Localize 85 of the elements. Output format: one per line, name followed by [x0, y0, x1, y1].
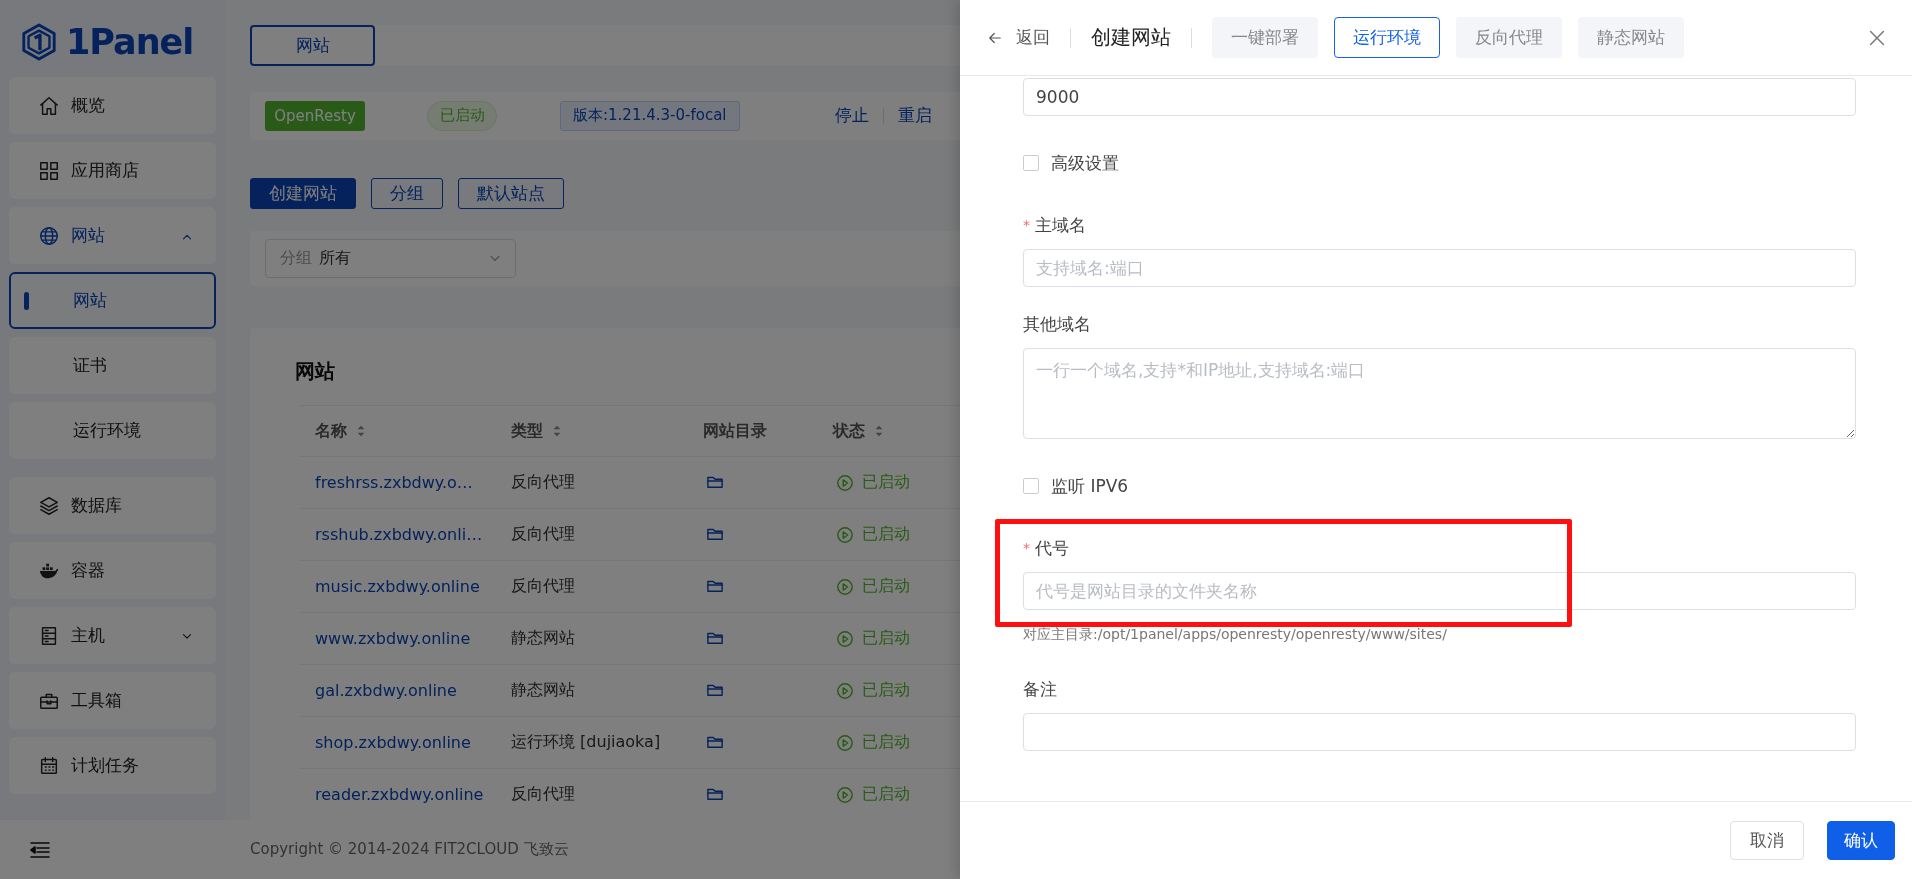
site-link[interactable]: rsshub.zxbdwy.onli… [315, 525, 511, 544]
sidebar-item[interactable]: 主机 [9, 607, 216, 664]
submenu-item[interactable]: 证书 [9, 337, 216, 394]
sidebar-item[interactable]: 工具箱 [9, 672, 216, 729]
tab[interactable]: 一键部署 [1212, 17, 1318, 58]
status-text: 已启动 [862, 784, 910, 805]
site-link[interactable]: www.zxbdwy.online [315, 629, 511, 648]
column-header: 类型 [511, 420, 543, 442]
hint-text: 对应主目录:/opt/1panel/apps/openresty/openresty/www/sites/ [1023, 626, 1448, 644]
grid-icon [38, 159, 60, 182]
status-text: 已启动 [862, 524, 910, 545]
site-link[interactable]: music.zxbdwy.online [315, 577, 511, 596]
action-link[interactable]: 停止 [834, 104, 869, 128]
play-circle-icon [836, 681, 854, 700]
status-text: 已启动 [862, 576, 910, 597]
column-header: 名称 [315, 420, 347, 442]
site-link[interactable]: reader.zxbdwy.online [315, 785, 511, 804]
app-tag: OpenResty [265, 100, 365, 131]
status-text: 已启动 [862, 472, 910, 493]
logo-icon [20, 22, 58, 62]
tab[interactable]: 网站 [250, 25, 375, 67]
drawer-title: 创建网站 [1091, 24, 1171, 51]
sort-icon[interactable] [551, 423, 563, 439]
status-text: 已启动 [862, 628, 910, 649]
play-circle-icon [836, 473, 854, 492]
column-header: 状态 [833, 420, 865, 442]
field-label: 备注 [1023, 677, 1057, 701]
sidebar-item[interactable]: 概览 [9, 77, 216, 134]
field-label: 主域名 [1035, 213, 1086, 237]
input-field[interactable]: 支持域名:端口 [1023, 249, 1856, 287]
play-circle-icon [836, 629, 854, 648]
table-title: 网站 [295, 358, 335, 385]
play-circle-icon [836, 733, 854, 752]
text-area[interactable]: 一行一个域名,支持*和IP地址,支持域名:端口 [1023, 348, 1856, 439]
table-cell-text: 反向代理 [511, 472, 576, 493]
field-label: 代号 [1035, 536, 1069, 560]
status-badge: 已启动 [427, 100, 497, 131]
checkbox[interactable]: 高级设置 [1023, 153, 1856, 173]
tab[interactable]: 运行环境 [1334, 17, 1440, 58]
sidebar-item[interactable]: 网站 [9, 207, 216, 264]
required-mark: * [1023, 217, 1030, 233]
checkbox[interactable]: 监听 IPV6 [1023, 476, 1856, 496]
cancel-button[interactable]: 取消 [1730, 821, 1804, 860]
play-circle-icon [836, 525, 854, 544]
table-cell-text: 反向代理 [511, 784, 576, 805]
status-text: 已启动 [862, 680, 910, 701]
table-cell-text: 静态网站 [511, 680, 576, 701]
globe-icon [38, 224, 60, 247]
sidebar-item[interactable]: 应用商店 [9, 142, 216, 199]
layers-icon [38, 494, 60, 517]
table-cell-text: 运行环境 [dujiaoka] [511, 732, 662, 753]
tab[interactable]: 反向代理 [1456, 17, 1562, 58]
home-icon [38, 94, 60, 117]
input-field[interactable]: 代号是网站目录的文件夹名称 [1023, 572, 1856, 610]
button[interactable]: 分组 [371, 177, 443, 209]
input-field[interactable]: 9000 [1023, 78, 1856, 116]
action-link[interactable]: 重启 [897, 104, 932, 128]
play-circle-icon [836, 785, 854, 804]
sidebar-item[interactable]: 数据库 [9, 477, 216, 534]
site-link[interactable]: gal.zxbdwy.online [315, 681, 511, 700]
input-field[interactable] [1023, 713, 1856, 751]
primary-button[interactable]: 创建网站 [250, 177, 356, 209]
submenu-item[interactable]: 网站 [9, 272, 216, 329]
version-tag: 版本:1.21.4.3-0-focal [560, 100, 740, 131]
sort-icon[interactable] [873, 423, 885, 439]
required-mark: * [1023, 540, 1030, 556]
table-cell-text: 反向代理 [511, 524, 576, 545]
site-link[interactable]: freshrss.zxbdwy.o… [315, 473, 511, 492]
table-cell-text: 静态网站 [511, 628, 576, 649]
submenu-item[interactable]: 运行环境 [9, 402, 216, 459]
sidebar-item[interactable]: 容器 [9, 542, 216, 599]
calendar-icon [38, 754, 60, 777]
confirm-button[interactable]: 确认 [1827, 821, 1895, 860]
button[interactable]: 默认站点 [458, 177, 564, 209]
column-header: 网站目录 [703, 420, 767, 442]
back-button[interactable]: 返回 [986, 26, 1050, 49]
site-link[interactable]: shop.zxbdwy.online [315, 733, 511, 752]
status-text: 已启动 [862, 732, 910, 753]
logo-text: 1Panel [66, 22, 194, 62]
play-circle-icon [836, 577, 854, 596]
sort-icon[interactable] [355, 423, 367, 439]
table-cell-text: 反向代理 [511, 576, 576, 597]
sidebar-item[interactable]: 计划任务 [9, 737, 216, 794]
field-label: 其他域名 [1023, 312, 1091, 336]
tab[interactable]: 静态网站 [1578, 17, 1684, 58]
